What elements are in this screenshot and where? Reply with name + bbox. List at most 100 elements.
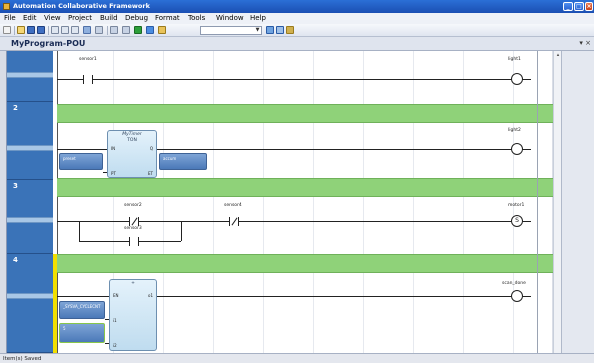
variable-name: accum — [163, 156, 177, 161]
pin-i2: i2 — [113, 343, 117, 348]
toolbar-separator — [48, 26, 49, 35]
menu-build[interactable]: Build — [100, 14, 118, 23]
rung-selector[interactable] — [7, 72, 53, 78]
coil-light1[interactable] — [511, 73, 523, 85]
debug-icon[interactable] — [146, 26, 154, 34]
menu-help[interactable]: Help — [250, 14, 266, 23]
contact-bar — [92, 75, 93, 84]
contact-label: sensor1 — [79, 57, 97, 62]
nc-contact-sensor4[interactable] — [229, 217, 239, 226]
variable-name: _SYSVA_CYCLECNT — [63, 304, 101, 309]
paste-icon[interactable] — [71, 26, 79, 34]
find-icon[interactable] — [158, 26, 166, 34]
rung-gutter-4[interactable]: 4 — [7, 254, 53, 353]
rung-comment-4[interactable] — [57, 254, 553, 273]
menu-view[interactable]: View — [44, 14, 61, 23]
menu-debug[interactable]: Debug — [125, 14, 148, 23]
grid-line — [363, 51, 364, 353]
rung-number: 2 — [13, 104, 18, 112]
pin-wire — [105, 343, 109, 344]
grid-line — [413, 51, 414, 353]
nc-contact-sensor2[interactable] — [129, 217, 139, 226]
toolbox-icon[interactable] — [286, 26, 294, 34]
menu-bar: File Edit View Project Build Debug Forma… — [0, 13, 594, 24]
menu-window[interactable]: Window — [216, 14, 244, 23]
no-contact-sensor1[interactable] — [83, 75, 93, 84]
copy-icon[interactable] — [61, 26, 69, 34]
save-icon[interactable] — [27, 26, 35, 34]
input-variable-cyclecnt[interactable]: _SYSVA_CYCLECNT — [59, 301, 105, 319]
ladder-editor[interactable]: 2 3 4 sensor1 light1 MyTimer TON IN Q PT… — [6, 51, 553, 353]
search-combo[interactable]: ▼ — [200, 26, 262, 35]
rung-wire — [57, 79, 531, 80]
pin-wire — [103, 172, 107, 173]
run-icon[interactable] — [134, 26, 142, 34]
menu-file[interactable]: File — [4, 14, 16, 23]
solution-explorer-icon[interactable] — [276, 26, 284, 34]
coil-label: scan_done — [502, 281, 526, 286]
open-folder-icon[interactable] — [17, 26, 25, 34]
block-instance-name: MyTimer — [122, 132, 142, 137]
status-text: Item(s) Saved — [3, 356, 42, 362]
document-controls[interactable]: ▾ × — [579, 39, 591, 47]
new-file-icon[interactable] — [3, 26, 11, 34]
maximize-button[interactable]: □ — [574, 2, 584, 11]
chevron-down-icon[interactable]: ▼ — [254, 27, 261, 34]
coil-label: light2 — [508, 128, 521, 133]
contact-slash — [131, 217, 138, 226]
contact-label: sensor4 — [224, 203, 242, 208]
menu-tools[interactable]: Tools — [188, 14, 205, 23]
menu-format[interactable]: Format — [155, 14, 180, 23]
grid-line — [263, 51, 264, 353]
contact-bar — [129, 237, 130, 246]
pin-in: IN — [111, 146, 116, 151]
pin-et: ET — [148, 171, 153, 176]
title-bar: Automation Collaborative Framework _ □ × — [0, 0, 594, 13]
input-constant-5[interactable]: 5 — [59, 323, 105, 343]
minimize-button[interactable]: _ — [563, 2, 573, 11]
contact-label: sensor2 — [124, 203, 142, 208]
contact-bar — [129, 217, 130, 226]
left-power-rail — [57, 51, 58, 353]
contact-label: sensor3 — [124, 226, 142, 231]
pin-o1: o1 — [148, 293, 153, 298]
coil-label: light1 — [508, 57, 521, 62]
side-pane — [561, 51, 594, 353]
rung-selector[interactable] — [7, 217, 53, 223]
document-title[interactable]: MyProgram-POU — [11, 39, 85, 48]
coil-scan-done[interactable] — [511, 290, 523, 302]
set-coil-motor1[interactable]: S — [511, 215, 523, 227]
rung-selector[interactable] — [7, 145, 53, 151]
input-variable-preset[interactable]: preset — [59, 153, 103, 170]
close-button[interactable]: × — [585, 2, 593, 11]
rung-comment-3[interactable] — [57, 178, 553, 197]
rung-gutter-2[interactable]: 2 — [7, 102, 53, 180]
timer-block[interactable]: MyTimer TON IN Q PT ET — [107, 130, 157, 178]
coil-light2[interactable] — [511, 143, 523, 155]
constant-value: 5 — [63, 326, 66, 331]
toolbar: ▼ — [0, 24, 594, 37]
menu-edit[interactable]: Edit — [23, 14, 37, 23]
menu-project[interactable]: Project — [68, 14, 92, 23]
build-icon[interactable] — [110, 26, 118, 34]
pin-wire — [105, 319, 109, 320]
grid-line — [463, 51, 464, 353]
redo-icon[interactable] — [95, 26, 103, 34]
vertical-scrollbar[interactable]: ▴ — [553, 51, 561, 353]
undo-icon[interactable] — [83, 26, 91, 34]
add-block[interactable]: + EN o1 i1 i2 — [109, 279, 157, 351]
rung-selector[interactable] — [7, 293, 53, 299]
rung-comment-2[interactable] — [57, 104, 553, 123]
no-contact-sensor3[interactable] — [129, 237, 139, 246]
save-all-icon[interactable] — [37, 26, 45, 34]
contact-bar — [83, 75, 84, 84]
rebuild-icon[interactable] — [122, 26, 130, 34]
cut-icon[interactable] — [51, 26, 59, 34]
app-icon — [3, 3, 10, 10]
status-bar: Item(s) Saved — [0, 353, 594, 363]
right-power-rail — [537, 51, 538, 353]
output-variable-accum[interactable]: accum — [159, 153, 207, 170]
contact-bar — [229, 217, 230, 226]
properties-icon[interactable] — [266, 26, 274, 34]
block-type: TON — [127, 138, 137, 143]
